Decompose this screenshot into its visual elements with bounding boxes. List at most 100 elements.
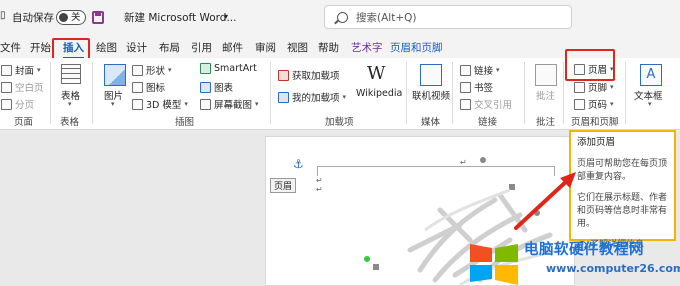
chevron-down-icon: ▾ bbox=[610, 83, 614, 91]
paragraph-mark: ↵ bbox=[316, 176, 323, 185]
textbox-chevron-down-icon: ▾ bbox=[648, 100, 652, 108]
footer-icon bbox=[574, 81, 585, 93]
cover-page-icon bbox=[1, 64, 12, 76]
bookmark-button[interactable]: 书签 bbox=[460, 80, 493, 94]
link-button[interactable]: 链接 ▾ bbox=[460, 63, 500, 77]
blank-page-label: 空白页 bbox=[15, 83, 44, 94]
picture-chevron-down-icon: ▾ bbox=[111, 100, 115, 108]
3d-models-button[interactable]: 3D 模型 ▾ bbox=[132, 97, 188, 111]
search-input[interactable]: 搜索(Alt+Q) bbox=[324, 5, 572, 29]
autosave-toggle[interactable]: 关 bbox=[56, 10, 86, 25]
chevron-down-icon: ▾ bbox=[168, 66, 172, 74]
page-break-label: 分页 bbox=[15, 100, 35, 111]
screenshot-button[interactable]: 屏幕截图 ▾ bbox=[200, 97, 259, 111]
online-video-button[interactable]: 联机视频 bbox=[412, 88, 450, 102]
3d-model-icon bbox=[132, 98, 143, 110]
icons-icon bbox=[132, 81, 143, 93]
online-video-icon bbox=[420, 64, 442, 86]
group-label-pages: 页面 bbox=[14, 117, 34, 128]
resize-handle[interactable] bbox=[373, 264, 379, 270]
chevron-down-icon: ▾ bbox=[610, 100, 614, 108]
footer-button[interactable]: 页脚 ▾ bbox=[574, 80, 614, 94]
comment-button[interactable]: 批注 bbox=[536, 88, 555, 102]
windows-logo-icon bbox=[470, 244, 518, 285]
title-bar: ▯ 自动保存 关 新建 Microsoft Word... ▾ 搜索(Alt+Q… bbox=[0, 0, 680, 36]
brand-url[interactable]: www.computer26.com bbox=[546, 262, 680, 275]
page-number-label: 页码 bbox=[588, 100, 608, 111]
blank-page-icon bbox=[1, 81, 12, 93]
tab-references[interactable]: 引用 bbox=[191, 40, 212, 55]
save-icon[interactable] bbox=[92, 11, 104, 24]
screenshot-icon bbox=[200, 98, 211, 110]
smartart-label: SmartArt bbox=[214, 63, 257, 74]
tooltip-description-2: 它们在展示标题、作者和页码等信息时非常有用。 bbox=[577, 193, 668, 229]
group-label-illustrations: 插图 bbox=[175, 117, 195, 128]
smartart-button[interactable]: SmartArt bbox=[200, 63, 257, 74]
3d-models-label: 3D 模型 bbox=[146, 100, 182, 111]
autosave-state: 关 bbox=[71, 12, 81, 23]
chart-icon bbox=[200, 81, 211, 93]
group-label-addins: 加载项 bbox=[325, 117, 354, 128]
tooltip-description: 页眉可帮助您在每页顶部重复内容。 bbox=[577, 159, 668, 182]
tab-draw[interactable]: 绘图 bbox=[96, 40, 117, 55]
tab-header-footer[interactable]: 页眉和页脚 bbox=[390, 40, 443, 55]
tab-view[interactable]: 视图 bbox=[287, 40, 308, 55]
my-addins-icon bbox=[278, 91, 289, 103]
get-addins-button[interactable]: 获取加载项 bbox=[278, 68, 340, 82]
site-brand: 电脑软硬件教程网 www.computer26.com bbox=[466, 238, 680, 286]
icons-button[interactable]: 图标 bbox=[132, 80, 165, 94]
tab-file[interactable]: 文件 bbox=[0, 40, 21, 55]
toggle-knob bbox=[59, 13, 68, 22]
chart-label: 图表 bbox=[214, 83, 234, 94]
cross-reference-icon bbox=[460, 98, 471, 110]
cross-reference-label: 交叉引用 bbox=[474, 100, 513, 111]
tab-wordart[interactable]: 艺术字 bbox=[351, 40, 383, 55]
group-label-comments: 批注 bbox=[536, 117, 556, 128]
rotate-handle[interactable] bbox=[480, 157, 486, 163]
page-number-button[interactable]: 页码 ▾ bbox=[574, 97, 614, 111]
autosave-label: 自动保存 bbox=[12, 12, 54, 24]
tab-review[interactable]: 审阅 bbox=[255, 40, 276, 55]
table-chevron-down-icon: ▾ bbox=[68, 100, 72, 108]
tab-help[interactable]: 帮助 bbox=[318, 40, 339, 55]
get-addins-label: 获取加载项 bbox=[292, 71, 340, 82]
store-icon bbox=[278, 69, 289, 81]
group-divider bbox=[92, 62, 93, 124]
tab-layout[interactable]: 布局 bbox=[159, 40, 180, 55]
wikipedia-button[interactable]: Wikipedia bbox=[356, 88, 402, 99]
search-icon bbox=[337, 11, 348, 23]
rotation-handle[interactable] bbox=[364, 256, 370, 262]
icons-label: 图标 bbox=[146, 83, 166, 94]
header-region-tag: 页眉 bbox=[270, 178, 297, 193]
chevron-down-icon: ▾ bbox=[37, 66, 41, 74]
page-break-icon bbox=[1, 98, 12, 110]
page-break-button[interactable]: 分页 bbox=[1, 97, 34, 111]
tab-mailings[interactable]: 邮件 bbox=[222, 40, 243, 55]
comment-icon bbox=[535, 64, 557, 86]
word-file-icon[interactable]: ▯ bbox=[0, 10, 6, 21]
group-label-tables: 表格 bbox=[60, 117, 80, 128]
insert-tab-highlight bbox=[52, 38, 90, 60]
textbox-icon: A bbox=[640, 64, 662, 86]
link-label: 链接 bbox=[474, 66, 494, 77]
group-divider bbox=[625, 62, 626, 124]
tab-design[interactable]: 设计 bbox=[126, 40, 147, 55]
cover-page-button[interactable]: 封面 ▾ bbox=[1, 63, 41, 77]
bookmark-label: 书签 bbox=[474, 83, 494, 94]
anchor-icon: ⚓ bbox=[293, 157, 304, 171]
my-addins-button[interactable]: 我的加载项 ▾ bbox=[278, 90, 346, 104]
brand-name: 电脑软硬件教程网 bbox=[524, 242, 644, 258]
chart-button[interactable]: 图表 bbox=[200, 80, 233, 94]
chevron-down-icon: ▾ bbox=[342, 93, 347, 101]
comment-label: 批注 bbox=[536, 91, 556, 102]
shapes-button[interactable]: 形状 ▾ bbox=[132, 63, 172, 77]
picture-icon bbox=[104, 64, 126, 86]
blank-page-button[interactable]: 空白页 bbox=[1, 80, 44, 94]
title-chevron-down-icon[interactable]: ▾ bbox=[224, 12, 228, 21]
cross-reference-button[interactable]: 交叉引用 bbox=[460, 97, 512, 111]
chevron-down-icon: ▾ bbox=[184, 100, 188, 108]
table-icon bbox=[61, 64, 81, 84]
red-arrow-annotation bbox=[514, 172, 576, 230]
document-title[interactable]: 新建 Microsoft Word... bbox=[124, 10, 236, 25]
tab-home[interactable]: 开始 bbox=[30, 40, 51, 55]
